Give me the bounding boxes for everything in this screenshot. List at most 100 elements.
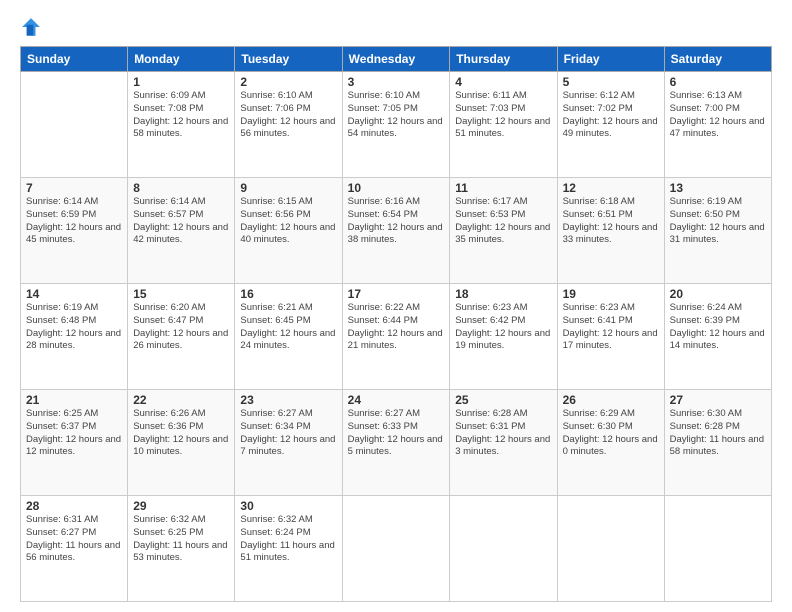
day-info: Sunrise: 6:14 AMSunset: 6:57 PMDaylight:… xyxy=(133,196,229,247)
day-number: 6 xyxy=(670,75,766,89)
calendar-week-1: 1Sunrise: 6:09 AMSunset: 7:08 PMDaylight… xyxy=(21,72,772,178)
day-number: 20 xyxy=(670,287,766,301)
day-info: Sunrise: 6:31 AMSunset: 6:27 PMDaylight:… xyxy=(26,514,122,565)
day-number: 9 xyxy=(240,181,336,195)
calendar-cell: 23Sunrise: 6:27 AMSunset: 6:34 PMDayligh… xyxy=(235,390,342,496)
calendar-cell: 29Sunrise: 6:32 AMSunset: 6:25 PMDayligh… xyxy=(128,496,235,602)
day-number: 24 xyxy=(348,393,445,407)
day-number: 1 xyxy=(133,75,229,89)
calendar-cell: 22Sunrise: 6:26 AMSunset: 6:36 PMDayligh… xyxy=(128,390,235,496)
day-number: 30 xyxy=(240,499,336,513)
calendar-header-row: SundayMondayTuesdayWednesdayThursdayFrid… xyxy=(21,47,772,72)
calendar-cell: 19Sunrise: 6:23 AMSunset: 6:41 PMDayligh… xyxy=(557,284,664,390)
day-info: Sunrise: 6:17 AMSunset: 6:53 PMDaylight:… xyxy=(455,196,551,247)
day-number: 17 xyxy=(348,287,445,301)
calendar-cell: 8Sunrise: 6:14 AMSunset: 6:57 PMDaylight… xyxy=(128,178,235,284)
calendar-cell xyxy=(21,72,128,178)
calendar-cell: 9Sunrise: 6:15 AMSunset: 6:56 PMDaylight… xyxy=(235,178,342,284)
calendar-week-3: 14Sunrise: 6:19 AMSunset: 6:48 PMDayligh… xyxy=(21,284,772,390)
day-number: 8 xyxy=(133,181,229,195)
day-info: Sunrise: 6:29 AMSunset: 6:30 PMDaylight:… xyxy=(563,408,659,459)
calendar-cell: 15Sunrise: 6:20 AMSunset: 6:47 PMDayligh… xyxy=(128,284,235,390)
calendar-cell: 20Sunrise: 6:24 AMSunset: 6:39 PMDayligh… xyxy=(664,284,771,390)
day-info: Sunrise: 6:32 AMSunset: 6:25 PMDaylight:… xyxy=(133,514,229,565)
day-info: Sunrise: 6:19 AMSunset: 6:50 PMDaylight:… xyxy=(670,196,766,247)
day-info: Sunrise: 6:09 AMSunset: 7:08 PMDaylight:… xyxy=(133,90,229,141)
day-info: Sunrise: 6:20 AMSunset: 6:47 PMDaylight:… xyxy=(133,302,229,353)
day-info: Sunrise: 6:26 AMSunset: 6:36 PMDaylight:… xyxy=(133,408,229,459)
day-info: Sunrise: 6:10 AMSunset: 7:05 PMDaylight:… xyxy=(348,90,445,141)
day-number: 13 xyxy=(670,181,766,195)
day-info: Sunrise: 6:15 AMSunset: 6:56 PMDaylight:… xyxy=(240,196,336,247)
calendar-cell xyxy=(342,496,450,602)
calendar-header-friday: Friday xyxy=(557,47,664,72)
day-number: 18 xyxy=(455,287,551,301)
calendar-week-2: 7Sunrise: 6:14 AMSunset: 6:59 PMDaylight… xyxy=(21,178,772,284)
calendar-header-wednesday: Wednesday xyxy=(342,47,450,72)
page: SundayMondayTuesdayWednesdayThursdayFrid… xyxy=(0,0,792,612)
calendar-cell: 11Sunrise: 6:17 AMSunset: 6:53 PMDayligh… xyxy=(450,178,557,284)
day-number: 21 xyxy=(26,393,122,407)
day-info: Sunrise: 6:23 AMSunset: 6:41 PMDaylight:… xyxy=(563,302,659,353)
calendar-cell: 21Sunrise: 6:25 AMSunset: 6:37 PMDayligh… xyxy=(21,390,128,496)
day-info: Sunrise: 6:16 AMSunset: 6:54 PMDaylight:… xyxy=(348,196,445,247)
calendar-cell: 27Sunrise: 6:30 AMSunset: 6:28 PMDayligh… xyxy=(664,390,771,496)
day-number: 23 xyxy=(240,393,336,407)
day-info: Sunrise: 6:28 AMSunset: 6:31 PMDaylight:… xyxy=(455,408,551,459)
day-info: Sunrise: 6:13 AMSunset: 7:00 PMDaylight:… xyxy=(670,90,766,141)
day-info: Sunrise: 6:32 AMSunset: 6:24 PMDaylight:… xyxy=(240,514,336,565)
logo xyxy=(20,16,46,38)
calendar-cell: 25Sunrise: 6:28 AMSunset: 6:31 PMDayligh… xyxy=(450,390,557,496)
calendar-header-saturday: Saturday xyxy=(664,47,771,72)
calendar-cell: 6Sunrise: 6:13 AMSunset: 7:00 PMDaylight… xyxy=(664,72,771,178)
day-number: 29 xyxy=(133,499,229,513)
day-number: 5 xyxy=(563,75,659,89)
day-info: Sunrise: 6:11 AMSunset: 7:03 PMDaylight:… xyxy=(455,90,551,141)
calendar-cell: 10Sunrise: 6:16 AMSunset: 6:54 PMDayligh… xyxy=(342,178,450,284)
calendar-week-4: 21Sunrise: 6:25 AMSunset: 6:37 PMDayligh… xyxy=(21,390,772,496)
day-number: 25 xyxy=(455,393,551,407)
day-info: Sunrise: 6:22 AMSunset: 6:44 PMDaylight:… xyxy=(348,302,445,353)
calendar-cell: 4Sunrise: 6:11 AMSunset: 7:03 PMDaylight… xyxy=(450,72,557,178)
day-info: Sunrise: 6:21 AMSunset: 6:45 PMDaylight:… xyxy=(240,302,336,353)
day-number: 7 xyxy=(26,181,122,195)
calendar-cell: 24Sunrise: 6:27 AMSunset: 6:33 PMDayligh… xyxy=(342,390,450,496)
day-info: Sunrise: 6:12 AMSunset: 7:02 PMDaylight:… xyxy=(563,90,659,141)
day-info: Sunrise: 6:27 AMSunset: 6:33 PMDaylight:… xyxy=(348,408,445,459)
calendar-cell xyxy=(450,496,557,602)
calendar-table: SundayMondayTuesdayWednesdayThursdayFrid… xyxy=(20,46,772,602)
day-number: 12 xyxy=(563,181,659,195)
day-info: Sunrise: 6:27 AMSunset: 6:34 PMDaylight:… xyxy=(240,408,336,459)
calendar-cell: 16Sunrise: 6:21 AMSunset: 6:45 PMDayligh… xyxy=(235,284,342,390)
day-number: 19 xyxy=(563,287,659,301)
calendar-header-tuesday: Tuesday xyxy=(235,47,342,72)
header xyxy=(20,16,772,38)
calendar-cell: 7Sunrise: 6:14 AMSunset: 6:59 PMDaylight… xyxy=(21,178,128,284)
calendar-cell: 17Sunrise: 6:22 AMSunset: 6:44 PMDayligh… xyxy=(342,284,450,390)
calendar-cell: 26Sunrise: 6:29 AMSunset: 6:30 PMDayligh… xyxy=(557,390,664,496)
day-info: Sunrise: 6:30 AMSunset: 6:28 PMDaylight:… xyxy=(670,408,766,459)
calendar-cell xyxy=(664,496,771,602)
calendar-cell: 13Sunrise: 6:19 AMSunset: 6:50 PMDayligh… xyxy=(664,178,771,284)
day-number: 3 xyxy=(348,75,445,89)
calendar-cell: 1Sunrise: 6:09 AMSunset: 7:08 PMDaylight… xyxy=(128,72,235,178)
day-info: Sunrise: 6:25 AMSunset: 6:37 PMDaylight:… xyxy=(26,408,122,459)
day-number: 10 xyxy=(348,181,445,195)
day-info: Sunrise: 6:18 AMSunset: 6:51 PMDaylight:… xyxy=(563,196,659,247)
day-number: 16 xyxy=(240,287,336,301)
calendar-week-5: 28Sunrise: 6:31 AMSunset: 6:27 PMDayligh… xyxy=(21,496,772,602)
day-number: 22 xyxy=(133,393,229,407)
day-number: 27 xyxy=(670,393,766,407)
calendar-cell: 5Sunrise: 6:12 AMSunset: 7:02 PMDaylight… xyxy=(557,72,664,178)
calendar-cell: 14Sunrise: 6:19 AMSunset: 6:48 PMDayligh… xyxy=(21,284,128,390)
calendar-header-sunday: Sunday xyxy=(21,47,128,72)
calendar-cell xyxy=(557,496,664,602)
calendar-header-thursday: Thursday xyxy=(450,47,557,72)
day-number: 14 xyxy=(26,287,122,301)
day-info: Sunrise: 6:24 AMSunset: 6:39 PMDaylight:… xyxy=(670,302,766,353)
day-info: Sunrise: 6:10 AMSunset: 7:06 PMDaylight:… xyxy=(240,90,336,141)
calendar-cell: 28Sunrise: 6:31 AMSunset: 6:27 PMDayligh… xyxy=(21,496,128,602)
calendar-cell: 18Sunrise: 6:23 AMSunset: 6:42 PMDayligh… xyxy=(450,284,557,390)
day-info: Sunrise: 6:19 AMSunset: 6:48 PMDaylight:… xyxy=(26,302,122,353)
calendar-cell: 30Sunrise: 6:32 AMSunset: 6:24 PMDayligh… xyxy=(235,496,342,602)
